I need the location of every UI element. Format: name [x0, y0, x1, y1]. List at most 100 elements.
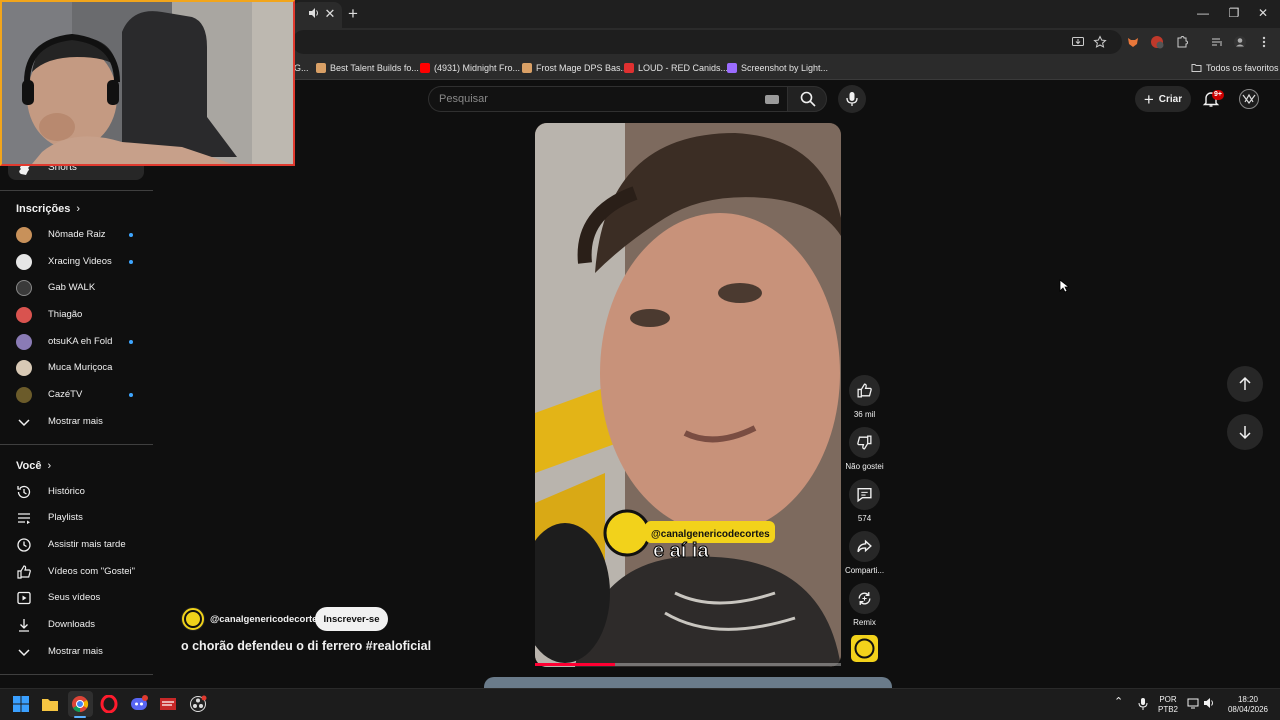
sidebar-subscription[interactable]: Xracing Videos [0, 249, 153, 275]
search-button[interactable] [787, 86, 827, 112]
profile-icon[interactable] [1233, 35, 1247, 49]
subscriptions-header[interactable]: Inscrições › [16, 203, 80, 215]
bookmark-item[interactable]: LOUD - RED Canids... [624, 61, 728, 75]
file-explorer-icon[interactable] [41, 695, 59, 713]
restore-icon[interactable]: ❐ [1226, 6, 1242, 20]
create-button[interactable]: + Criar [1135, 86, 1191, 112]
like-button[interactable] [849, 375, 880, 406]
windows-start-icon[interactable] [12, 695, 30, 713]
dislike-button[interactable] [849, 427, 880, 458]
dislike-label: Não gostei [845, 462, 884, 471]
all-bookmarks[interactable]: Todos os favoritos [1191, 61, 1279, 75]
sidebar-item-downloads[interactable]: Downloads [0, 612, 153, 638]
you-header[interactable]: Você › [16, 460, 51, 472]
bookmark-item[interactable]: Screenshot by Light... [727, 61, 828, 75]
channel-avatar [16, 254, 32, 270]
minimize-icon[interactable]: — [1195, 6, 1211, 20]
subscribe-button[interactable]: Inscrever-se [315, 607, 388, 631]
webcam-overlay [0, 0, 295, 166]
bookmark-partial[interactable]: G... [294, 61, 309, 75]
close-window-icon[interactable]: ✕ [1255, 6, 1271, 20]
previous-short-button[interactable] [1227, 366, 1263, 402]
tab-close-icon[interactable]: ✕ [324, 6, 336, 22]
new-content-dot [129, 260, 133, 264]
obs-icon[interactable] [189, 695, 207, 713]
share-button[interactable] [849, 531, 880, 562]
next-short-button[interactable] [1227, 414, 1263, 450]
bookmark-item[interactable]: Best Talent Builds fo... [316, 61, 419, 75]
sidebar-show-more-you[interactable]: Mostrar mais [0, 639, 153, 665]
bookmark-item[interactable]: Frost Mage DPS Bas... [522, 61, 628, 75]
share-label: Comparti... [844, 566, 885, 575]
video-progress-fill [535, 663, 615, 666]
sidebar-item-your-videos[interactable]: Seus vídeos [0, 585, 153, 611]
new-content-dot [129, 393, 133, 397]
like-count: 36 mil [853, 410, 876, 419]
new-tab-icon[interactable]: + [346, 4, 360, 24]
channel-avatar [16, 307, 32, 323]
tray-overflow-icon[interactable]: ⌃ [1114, 697, 1123, 708]
browser-menu-icon[interactable] [1257, 35, 1271, 49]
active-app-indicator [74, 716, 86, 718]
channel-logo-icon [184, 610, 202, 628]
discord-icon[interactable] [130, 695, 148, 713]
new-content-dot [129, 233, 133, 237]
sidebar-subscription[interactable]: Nômade Raiz [0, 222, 153, 248]
sidebar-subscription[interactable]: Muca Muriçoca [0, 355, 153, 381]
caption-text: e aí ia [653, 540, 709, 562]
sidebar-item-playlists[interactable]: Playlists [0, 505, 153, 531]
mic-icon [846, 92, 858, 106]
thumbs-up-icon [17, 565, 31, 579]
sidebar-subscription[interactable]: Gab WALK [0, 275, 153, 301]
sidebar-subscription[interactable]: otsuKA eh Fold [0, 329, 153, 355]
speaker-icon[interactable] [308, 7, 320, 19]
extension-badge-icon[interactable] [1150, 35, 1164, 49]
sidebar-item-watch-later[interactable]: Assistir mais tarde [0, 532, 153, 558]
install-app-icon[interactable] [1071, 35, 1085, 49]
keyboard-icon[interactable] [765, 95, 779, 104]
clock[interactable]: 18:20 08/04/2026 [1222, 695, 1274, 715]
address-bar[interactable] [292, 30, 1122, 54]
comments-button[interactable] [849, 479, 880, 510]
language-indicator[interactable]: POR PTB2 [1154, 695, 1182, 715]
chrome-icon[interactable] [71, 695, 89, 713]
history-icon [17, 485, 31, 499]
account-avatar[interactable] [1239, 89, 1259, 109]
streaming-app-icon[interactable] [159, 695, 177, 713]
sidebar-subscription[interactable]: Thiagão [0, 302, 153, 328]
channel-name[interactable]: @canalgenericodecorte [210, 614, 317, 625]
tray-mic-icon[interactable] [1137, 697, 1149, 711]
bookmark-favicon-icon [316, 63, 326, 73]
shorts-video-player[interactable]: @canalgenericodecortes e aí ia [535, 123, 841, 667]
extensions-puzzle-icon[interactable] [1175, 35, 1189, 49]
sidebar-item-history[interactable]: Histórico [0, 479, 153, 505]
chevron-down-icon [18, 419, 30, 427]
channel-logo-icon [854, 638, 875, 659]
bookmark-item[interactable]: (4931) Midnight Fro... [420, 61, 520, 75]
channel-avatar [16, 387, 32, 403]
plus-icon: + [1143, 89, 1154, 109]
sidebar-subscription[interactable]: CazéTV [0, 382, 153, 408]
comment-icon [857, 487, 872, 503]
extension-fox-icon[interactable] [1126, 35, 1140, 49]
remix-button[interactable] [849, 583, 880, 614]
playlists-icon [18, 513, 30, 525]
volume-icon[interactable] [1203, 697, 1215, 709]
chevron-down-icon [18, 649, 30, 657]
channel-avatar[interactable] [181, 607, 205, 631]
media-control-icon[interactable] [1210, 35, 1224, 49]
search-icon [800, 91, 816, 107]
opera-gx-icon[interactable] [100, 695, 118, 713]
short-title: o chorão defendeu o di ferrero #realofic… [181, 639, 432, 653]
youtube-favicon-icon [420, 63, 430, 73]
network-icon[interactable] [1187, 697, 1199, 709]
sidebar-show-more-subscriptions[interactable]: Mostrar mais [0, 409, 153, 435]
mouse-cursor-icon [1059, 279, 1069, 293]
sidebar-item-liked-videos[interactable]: Vídeos com "Gostei" [0, 559, 153, 585]
sidebar-divider [0, 190, 153, 191]
sidebar-divider [0, 444, 153, 445]
channel-thumbnail[interactable] [851, 635, 878, 662]
chevron-right-icon: › [47, 460, 52, 472]
bookmark-star-icon[interactable] [1093, 35, 1107, 49]
voice-search-button[interactable] [838, 85, 866, 113]
